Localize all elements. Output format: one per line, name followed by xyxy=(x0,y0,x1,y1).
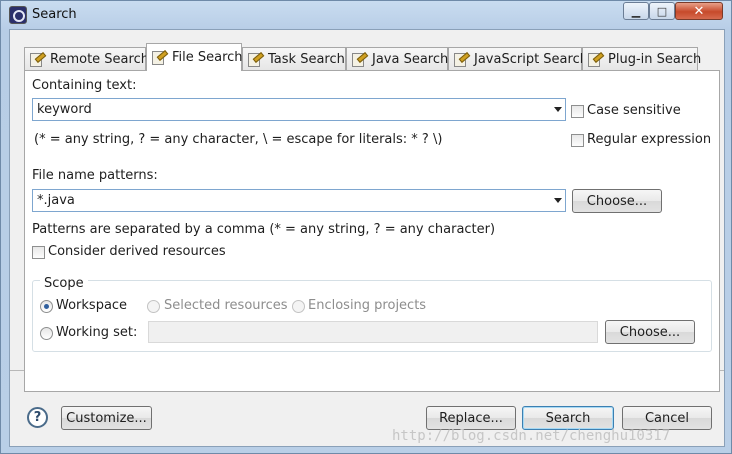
search-button[interactable]: Search xyxy=(522,406,614,430)
javascript-search-icon xyxy=(453,52,469,67)
dropdown-arrow-icon[interactable] xyxy=(554,198,562,203)
tab-label: Java Search xyxy=(372,51,449,67)
file-name-patterns-hint: Patterns are separated by a comma (* = a… xyxy=(32,222,496,237)
containing-text-hint: (* = any string, ? = any character, \ = … xyxy=(34,132,443,147)
search-dialog-window: Search ▁ □ ✕ Remote Search File Search T… xyxy=(0,0,732,454)
workspace-label[interactable]: Workspace xyxy=(56,298,127,313)
file-name-patterns-label: File name patterns: xyxy=(32,168,158,183)
regular-expression-label[interactable]: Regular expression xyxy=(587,132,711,147)
working-set-label[interactable]: Working set: xyxy=(56,325,137,340)
tab-label: Remote Search xyxy=(50,51,149,67)
containing-text-label: Containing text: xyxy=(32,78,137,93)
enclosing-projects-label: Enclosing projects xyxy=(308,298,427,313)
help-icon[interactable]: ? xyxy=(27,407,48,428)
maximize-button[interactable]: □ xyxy=(649,2,675,20)
tab-remote-search[interactable]: Remote Search xyxy=(24,47,149,70)
tab-label: File Search xyxy=(172,50,243,65)
file-name-patterns-value: *.java xyxy=(37,193,75,208)
task-search-icon xyxy=(247,52,263,67)
close-button[interactable]: ✕ xyxy=(675,2,723,20)
workspace-radio[interactable] xyxy=(40,300,53,313)
file-search-icon xyxy=(151,50,167,65)
consider-derived-checkbox[interactable] xyxy=(32,246,45,259)
tab-label: Task Search xyxy=(268,51,345,67)
plugin-search-icon xyxy=(587,52,603,67)
file-name-patterns-combo[interactable]: *.java xyxy=(32,189,566,212)
window-title: Search xyxy=(32,7,77,22)
cancel-button[interactable]: Cancel xyxy=(622,406,712,430)
dialog-client-area: Remote Search File Search Task Search Ja… xyxy=(9,29,725,447)
choose-file-patterns-button[interactable]: Choose... xyxy=(572,189,662,213)
title-bar[interactable]: Search ▁ □ ✕ xyxy=(1,1,731,29)
replace-button[interactable]: Replace... xyxy=(426,406,516,430)
tab-plugin-search[interactable]: Plug-in Search xyxy=(582,47,702,70)
java-search-icon xyxy=(351,52,367,67)
tab-task-search[interactable]: Task Search xyxy=(242,47,346,70)
dropdown-arrow-icon[interactable] xyxy=(554,107,562,112)
selected-resources-label: Selected resources xyxy=(164,298,288,313)
minimize-button[interactable]: ▁ xyxy=(623,2,649,20)
enclosing-projects-radio[interactable] xyxy=(292,300,305,313)
watermark-text: http://blog.csdn.net/chenghu10317 xyxy=(392,428,671,444)
case-sensitive-checkbox[interactable] xyxy=(571,105,584,118)
tab-label: JavaScript Search xyxy=(474,51,588,67)
eclipse-app-icon xyxy=(9,6,27,24)
tab-javascript-search[interactable]: JavaScript Search xyxy=(448,47,588,70)
scope-title: Scope xyxy=(40,276,88,291)
tab-label: Plug-in Search xyxy=(608,51,702,67)
containing-text-combo[interactable]: keyword xyxy=(32,98,566,121)
case-sensitive-label[interactable]: Case sensitive xyxy=(587,103,681,118)
consider-derived-label[interactable]: Consider derived resources xyxy=(48,244,226,259)
selected-resources-radio[interactable] xyxy=(147,300,160,313)
tab-java-search[interactable]: Java Search xyxy=(346,47,448,70)
regular-expression-checkbox[interactable] xyxy=(571,134,584,147)
customize-button[interactable]: Customize... xyxy=(61,406,152,430)
remote-search-icon xyxy=(29,52,45,67)
tab-file-search[interactable]: File Search xyxy=(146,43,243,71)
working-set-radio[interactable] xyxy=(40,327,53,340)
working-set-field[interactable] xyxy=(148,321,598,343)
containing-text-value: keyword xyxy=(37,102,92,117)
choose-working-set-button[interactable]: Choose... xyxy=(605,320,695,344)
